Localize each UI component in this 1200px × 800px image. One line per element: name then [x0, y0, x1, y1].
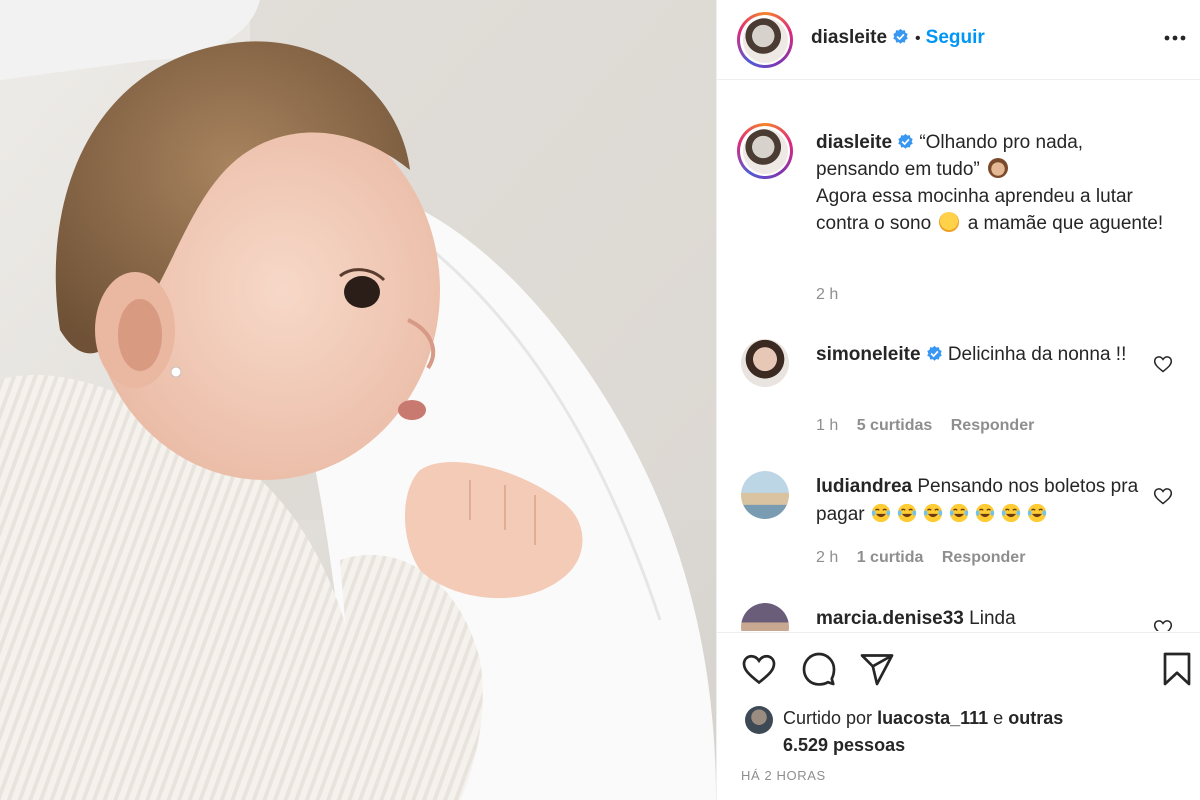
comment-meta: 2 h 1 curtida Responder: [816, 549, 1039, 567]
face-with-tears-of-joy-icon: [871, 503, 891, 523]
verified-badge-icon: [926, 345, 942, 361]
comment-like-heart-icon[interactable]: [1153, 486, 1173, 506]
commenter-username[interactable]: simoneleite: [816, 344, 921, 365]
bookmark-icon[interactable]: [1159, 651, 1195, 687]
heart-icon[interactable]: [741, 651, 777, 687]
face-with-tears-of-joy-icon: [897, 503, 917, 523]
comment-timestamp[interactable]: 1 h: [816, 417, 838, 434]
laughing-emoji-row: [870, 503, 1052, 525]
follow-button[interactable]: Seguir: [926, 27, 985, 48]
post-actions-bar: Curtido por luacosta_111 e outras 6.529 …: [717, 632, 1200, 800]
liked-by-avatar[interactable]: [745, 706, 773, 734]
verified-badge-icon: [893, 28, 908, 44]
comment-text-block: marcia.denise33 Linda: [816, 605, 1146, 631]
commenter-avatar[interactable]: [741, 471, 789, 519]
post-header: diasleite • Seguir: [717, 0, 1200, 80]
caption-username[interactable]: diasleite: [816, 132, 892, 153]
caption-text-part3: a mamãe que aguente!: [967, 213, 1164, 234]
face-with-tears-of-joy-icon: [1027, 503, 1047, 523]
post-timestamp[interactable]: HÁ 2 HORAS: [741, 768, 826, 783]
face-with-tears-of-joy-icon: [923, 503, 943, 523]
comment-icon[interactable]: [801, 651, 837, 687]
comment-text-block: ludiandrea Pensando nos boletos pra paga…: [816, 473, 1146, 529]
comment-meta: 1 h 5 curtidas Responder: [816, 417, 1048, 435]
post-side-panel: diasleite • Seguir diasleite “Olhando pro…: [716, 0, 1200, 800]
reply-button[interactable]: Responder: [942, 549, 1026, 566]
post-caption: diasleite “Olhando pro nada, pensando em…: [816, 129, 1166, 237]
comments-list[interactable]: diasleite “Olhando pro nada, pensando em…: [717, 81, 1200, 631]
commenter-avatar[interactable]: [741, 339, 789, 387]
see-no-evil-monkey-icon: [988, 158, 1009, 178]
author-line: diasleite • Seguir: [811, 27, 985, 49]
liked-by-prefix: Curtido por: [783, 708, 873, 728]
baby-photo-illustration: [0, 0, 716, 800]
send-icon[interactable]: [859, 651, 895, 687]
comment-timestamp[interactable]: 2 h: [816, 549, 838, 566]
verified-badge-icon: [898, 133, 913, 149]
comment-text: Linda: [969, 608, 1016, 629]
author-avatar[interactable]: [737, 12, 793, 68]
likes-summary: Curtido por luacosta_111 e outras 6.529 …: [783, 705, 1083, 759]
separator-dot: •: [915, 30, 921, 47]
tired-face-icon: [939, 212, 960, 232]
face-with-tears-of-joy-icon: [1001, 503, 1021, 523]
caption-author-avatar[interactable]: [737, 123, 793, 179]
comment-like-heart-icon[interactable]: [1153, 618, 1173, 631]
comment-like-heart-icon[interactable]: [1153, 354, 1173, 374]
more-horizontal-icon[interactable]: [1163, 31, 1187, 45]
commenter-username[interactable]: marcia.denise33: [816, 608, 964, 629]
reply-button[interactable]: Responder: [951, 417, 1035, 434]
caption-timestamp[interactable]: 2 h: [816, 286, 838, 304]
face-with-tears-of-joy-icon: [949, 503, 969, 523]
author-username[interactable]: diasleite: [811, 27, 887, 48]
commenter-avatar[interactable]: [741, 603, 789, 631]
liked-by-user[interactable]: luacosta_111: [877, 708, 988, 728]
commenter-username[interactable]: ludiandrea: [816, 476, 912, 497]
post-photo[interactable]: [0, 0, 716, 800]
liked-by-conjunction: e: [993, 708, 1004, 728]
comment-text: Delicinha da nonna !!: [947, 344, 1127, 365]
comment-text-block: simoneleite Delicinha da nonna !!: [816, 341, 1146, 369]
face-with-tears-of-joy-icon: [975, 503, 995, 523]
comment-likes-count[interactable]: 5 curtidas: [857, 417, 933, 434]
comment-likes-count[interactable]: 1 curtida: [857, 549, 924, 566]
